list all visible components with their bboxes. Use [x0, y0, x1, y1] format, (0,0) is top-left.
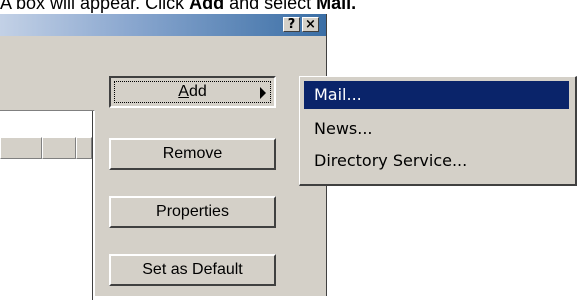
column-header[interactable]: [76, 137, 92, 159]
instruction-mail: Mail.: [316, 0, 357, 13]
instruction-prefix: A box will appear. Click: [0, 0, 190, 13]
menu-item-directory-service[interactable]: Directory Service...: [304, 147, 569, 175]
close-icon[interactable]: ×: [302, 17, 319, 32]
instruction-text: A box will appear. Click Add and select …: [0, 0, 356, 14]
menu-item-news[interactable]: News...: [304, 115, 569, 143]
properties-button[interactable]: Properties: [109, 196, 276, 228]
remove-button[interactable]: Remove: [109, 138, 276, 170]
help-icon[interactable]: ?: [283, 17, 300, 32]
add-button-label: Add: [178, 83, 207, 100]
add-submenu: Mail... News... Directory Service...: [299, 76, 577, 186]
menu-item-mail[interactable]: Mail...: [304, 81, 569, 109]
title-bar: ? ×: [0, 14, 326, 36]
column-header[interactable]: [42, 137, 76, 159]
instruction-add: Add: [189, 0, 225, 13]
set-as-default-button[interactable]: Set as Default: [109, 254, 276, 286]
accounts-dialog: ? × Add Remove Properties Set as Default: [0, 14, 327, 301]
submenu-arrow-icon: [260, 87, 266, 99]
accounts-list[interactable]: [0, 110, 95, 301]
add-button[interactable]: Add: [109, 76, 276, 108]
column-header[interactable]: [0, 137, 42, 159]
instruction-middle: and select: [224, 0, 317, 13]
